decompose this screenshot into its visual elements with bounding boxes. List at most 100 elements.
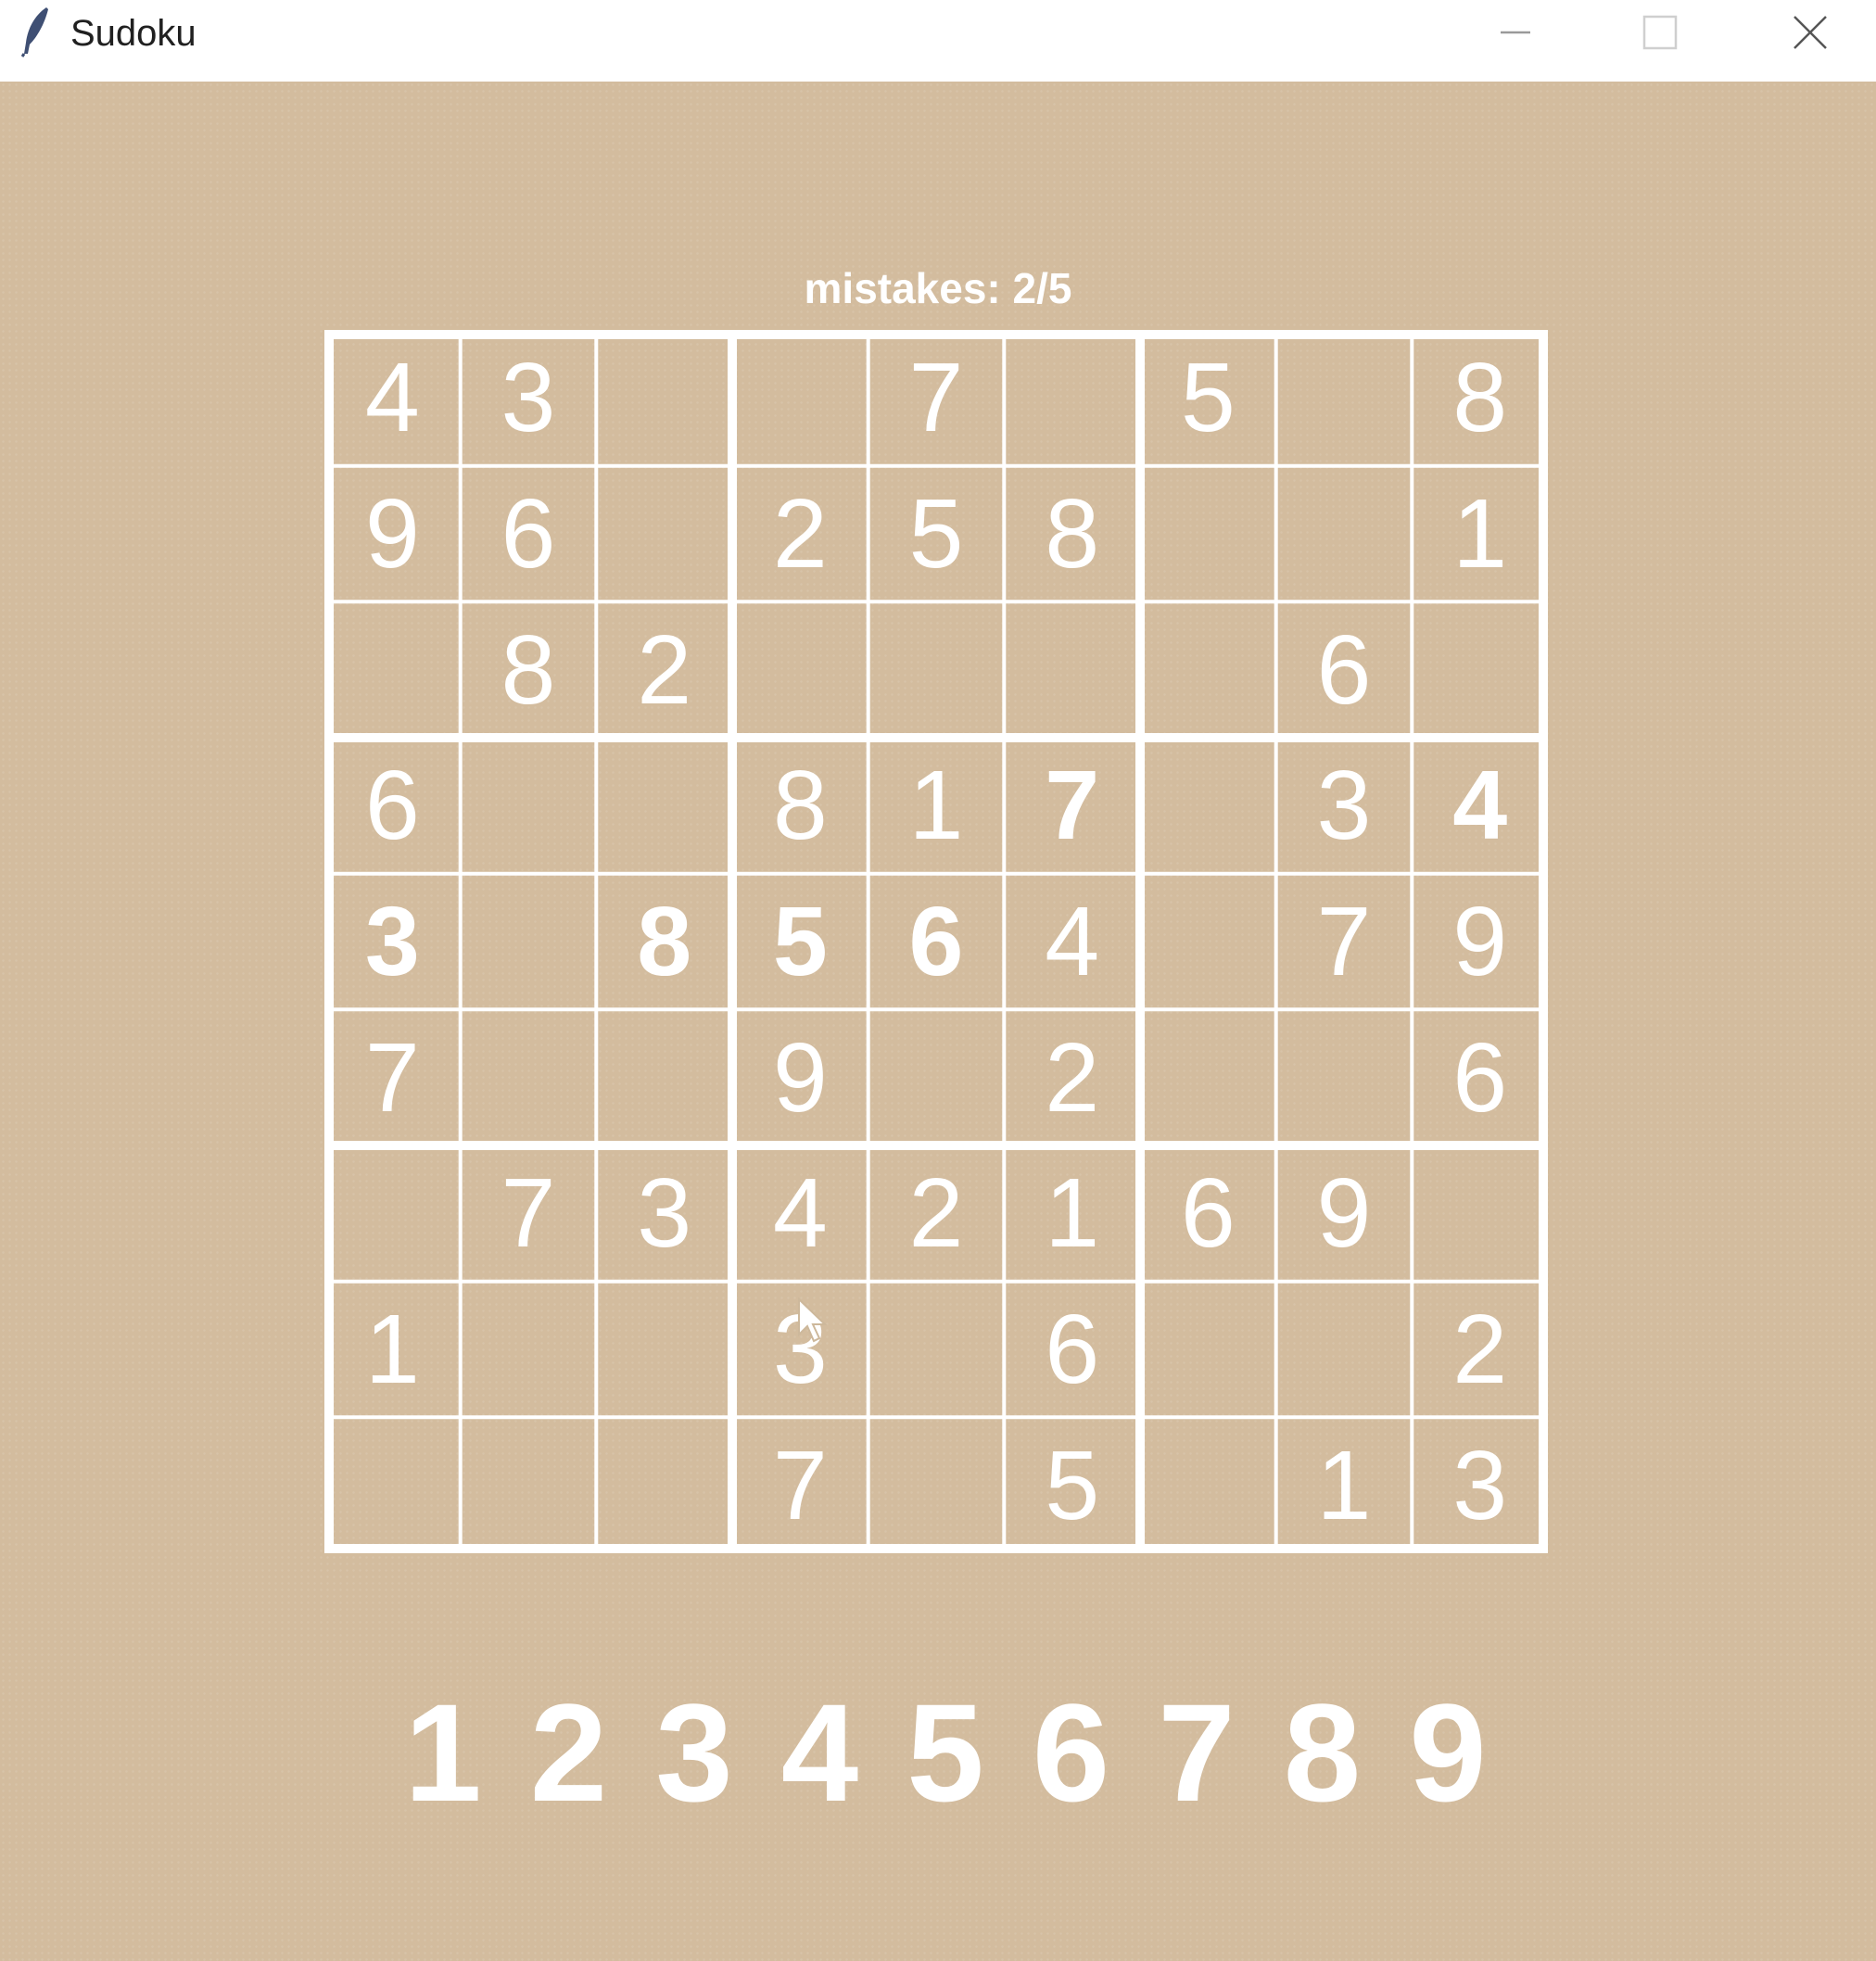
board-cell[interactable]: 3 [596, 1145, 732, 1282]
board-cell[interactable] [868, 1009, 1005, 1145]
maximize-button[interactable] [1591, 0, 1730, 65]
board-cell[interactable]: 7 [461, 1145, 597, 1282]
maximize-icon [1642, 15, 1678, 50]
board-cell[interactable] [1276, 1009, 1413, 1145]
board-cell[interactable] [596, 466, 732, 602]
board-cell[interactable]: 2 [1412, 1282, 1548, 1418]
board-cell[interactable] [1140, 601, 1276, 738]
number-button-4[interactable]: 4 [757, 1674, 883, 1831]
board-cell[interactable] [596, 1417, 732, 1553]
board-cell[interactable]: 7 [732, 1417, 868, 1553]
board-cell[interactable]: 2 [732, 466, 868, 602]
board-cell[interactable]: 7 [324, 1009, 461, 1145]
board-cell[interactable]: 1 [324, 1282, 461, 1418]
board-cell[interactable] [1276, 1282, 1413, 1418]
board-cell[interactable]: 6 [1140, 1145, 1276, 1282]
board-cell[interactable]: 1 [1004, 1145, 1140, 1282]
board-cell[interactable] [732, 330, 868, 466]
number-button-9[interactable]: 9 [1385, 1674, 1511, 1831]
board-cell[interactable]: 6 [461, 466, 597, 602]
board-cell[interactable]: 2 [596, 601, 732, 738]
board-cell[interactable]: 6 [1004, 1282, 1140, 1418]
board-cell[interactable]: 9 [1412, 874, 1548, 1010]
board-cell[interactable]: 3 [1276, 738, 1413, 874]
board-cell[interactable]: 6 [324, 738, 461, 874]
game-area: mistakes: 2/5 4 3 7 5 8 9 6 2 5 8 1 8 2 … [0, 82, 1876, 1961]
board-cell[interactable] [1276, 466, 1413, 602]
board-cell[interactable]: 7 [1276, 874, 1413, 1010]
board-cell[interactable]: 9 [1276, 1145, 1413, 1282]
board-cell[interactable] [1140, 874, 1276, 1010]
board-cell[interactable] [1412, 1145, 1548, 1282]
board-cell[interactable] [596, 1009, 732, 1145]
board-cell[interactable]: 8 [596, 874, 732, 1010]
board-cell[interactable] [461, 1417, 597, 1553]
board-cell[interactable]: 5 [1004, 1417, 1140, 1553]
sudoku-board: 4375896258182668173438564797926734216913… [324, 330, 1548, 1553]
board-cell[interactable]: 8 [461, 601, 597, 738]
board-cell[interactable]: 6 [868, 874, 1005, 1010]
board-cell[interactable] [732, 601, 868, 738]
board-cell[interactable]: 3 [461, 330, 597, 466]
board-cell[interactable] [868, 601, 1005, 738]
board-cell[interactable]: 7 [868, 330, 1005, 466]
board-cell[interactable]: 1 [868, 738, 1005, 874]
board-cell[interactable] [596, 1282, 732, 1418]
number-button-5[interactable]: 5 [882, 1674, 1008, 1831]
board-cell[interactable]: 7 [1004, 738, 1140, 874]
board-cell[interactable] [461, 1282, 597, 1418]
board-cell[interactable] [1276, 330, 1413, 466]
minimize-button[interactable] [1446, 0, 1585, 65]
number-button-7[interactable]: 7 [1134, 1674, 1260, 1831]
close-button[interactable] [1741, 0, 1876, 65]
board-cell[interactable]: 1 [1412, 466, 1548, 602]
board-cell[interactable] [1140, 738, 1276, 874]
board-cell[interactable] [324, 1145, 461, 1282]
board-cell[interactable]: 4 [732, 1145, 868, 1282]
number-button-3[interactable]: 3 [631, 1674, 757, 1831]
board-cell[interactable]: 8 [1004, 466, 1140, 602]
number-button-1[interactable]: 1 [380, 1674, 506, 1831]
board-cell[interactable] [1004, 330, 1140, 466]
board-cell[interactable] [596, 738, 732, 874]
board-cell[interactable]: 5 [732, 874, 868, 1010]
board-cell[interactable] [324, 1417, 461, 1553]
feather-icon [20, 7, 48, 57]
board-cell[interactable] [596, 330, 732, 466]
board-cell[interactable] [461, 1009, 597, 1145]
board-cell[interactable]: 6 [1276, 601, 1413, 738]
board-cell[interactable] [1140, 466, 1276, 602]
number-button-8[interactable]: 8 [1260, 1674, 1386, 1831]
board-cell[interactable] [324, 601, 461, 738]
board-cell[interactable]: 8 [732, 738, 868, 874]
board-cell[interactable]: 1 [1276, 1417, 1413, 1553]
board-cell[interactable] [1140, 1417, 1276, 1553]
title-bar[interactable]: Sudoku [0, 0, 1876, 82]
board-cells: 4375896258182668173438564797926734216913… [324, 330, 1548, 1553]
board-cell[interactable] [461, 738, 597, 874]
board-cell[interactable]: 5 [868, 466, 1005, 602]
board-cell[interactable] [461, 874, 597, 1010]
board-cell[interactable]: 2 [1004, 1009, 1140, 1145]
board-cell[interactable] [1140, 1009, 1276, 1145]
board-cell[interactable] [868, 1417, 1005, 1553]
board-cell[interactable]: 2 [868, 1145, 1005, 1282]
board-cell[interactable]: 6 [1412, 1009, 1548, 1145]
board-cell[interactable]: 3 [324, 874, 461, 1010]
mouse-cursor-icon [798, 1297, 828, 1343]
number-button-2[interactable]: 2 [506, 1674, 632, 1831]
board-cell[interactable]: 5 [1140, 330, 1276, 466]
board-cell[interactable]: 9 [732, 1009, 868, 1145]
board-cell[interactable] [868, 1282, 1005, 1418]
board-cell[interactable]: 4 [1412, 738, 1548, 874]
board-cell[interactable]: 8 [1412, 330, 1548, 466]
board-cell[interactable]: 4 [1004, 874, 1140, 1010]
board-cell[interactable]: 3 [1412, 1417, 1548, 1553]
board-cell[interactable] [1004, 601, 1140, 738]
number-button-6[interactable]: 6 [1008, 1674, 1134, 1831]
board-cell[interactable]: 4 [324, 330, 461, 466]
window-title: Sudoku [70, 13, 196, 54]
board-cell[interactable] [1412, 601, 1548, 738]
board-cell[interactable] [1140, 1282, 1276, 1418]
board-cell[interactable]: 9 [324, 466, 461, 602]
